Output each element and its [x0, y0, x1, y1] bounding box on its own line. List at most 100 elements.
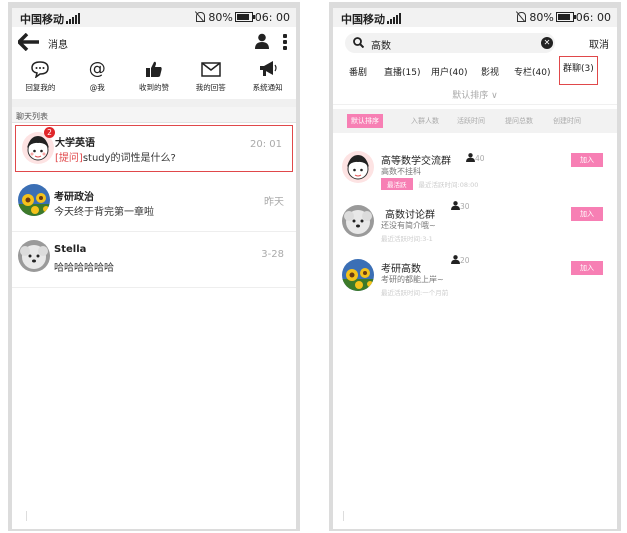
- likes-received-button[interactable]: 收到的赞: [127, 59, 181, 99]
- contacts-icon[interactable]: [254, 33, 270, 49]
- chat-preview-text: study的词性是什么?: [82, 153, 176, 164]
- search-tabs: 番剧 直播(15) 用户(40) 影视 专栏(40) 群聊(3): [333, 56, 617, 85]
- filter-bar: 默认排序 入群人数 活跃时间 提问总数 创建时间: [333, 109, 617, 133]
- cancel-button[interactable]: 取消: [589, 36, 609, 51]
- messages-header: 消息: [12, 27, 296, 57]
- signal-icon: [387, 13, 403, 24]
- chat-row-politics[interactable]: 考研政治 今天终于背完第一章啦 昨天: [12, 176, 296, 232]
- filter-active-time[interactable]: 活跃时间: [457, 116, 485, 126]
- group-description: 还没有简介哦~: [381, 221, 436, 230]
- messages-screen: 中国移动 80% 06: 00 消息 回复我的 @ @我 收到的赞 我的回答 系…: [12, 8, 296, 529]
- chat-row-college-english[interactable]: 2 大学英语 [提问]study的词性是什么? 20: 01: [15, 125, 293, 172]
- mute-icon: [194, 11, 206, 22]
- member-count: 40: [466, 153, 485, 163]
- group-name: 高数讨论群: [385, 210, 435, 221]
- most-active-badge: 最活跃: [381, 178, 413, 190]
- tab-group-chats[interactable]: 群聊(3): [559, 56, 598, 85]
- chat-time: 20: 01: [250, 139, 282, 150]
- reply-to-me-button[interactable]: 回复我的: [13, 59, 67, 99]
- person-icon: [451, 255, 460, 264]
- battery-percent: 80%: [208, 11, 233, 24]
- quick-action-label: 回复我的: [25, 83, 56, 92]
- person-icon: [451, 201, 460, 210]
- filter-created[interactable]: 创建时间: [553, 116, 581, 126]
- system-notifications-button[interactable]: 系统通知: [241, 59, 295, 99]
- status-right: 80% 06: 00: [515, 11, 611, 24]
- phone-frame-search: 中国移动 80% 06: 00 高数 ✕ 取消 番剧 直播(15) 用户(40) …: [329, 2, 621, 531]
- chat-preview: 哈哈哈哈哈哈: [54, 263, 114, 274]
- my-answers-button[interactable]: 我的回答: [184, 59, 238, 99]
- avatar-dog: [342, 205, 374, 237]
- tab-live[interactable]: 直播(15): [384, 65, 420, 78]
- group-row[interactable]: 高数讨论群 30 还没有简介哦~ 最近活跃时间:3-1 加入: [333, 195, 617, 249]
- status-bar: 中国移动 80% 06: 00: [12, 8, 296, 27]
- scroll-mark: [26, 511, 27, 521]
- join-button[interactable]: 加入: [571, 153, 603, 167]
- clear-icon[interactable]: ✕: [541, 37, 553, 49]
- comment-icon: [13, 59, 67, 79]
- group-description: 考研的都能上岸~: [381, 275, 444, 284]
- member-count: 30: [451, 201, 470, 211]
- search-input[interactable]: 高数 ✕: [345, 33, 555, 53]
- question-tag: [提问]: [55, 153, 83, 164]
- mentions-button[interactable]: @ @我: [70, 59, 124, 99]
- clock: 06: 00: [254, 11, 290, 24]
- chat-row-stella[interactable]: Stella 哈哈哈哈哈哈 3-28: [12, 232, 296, 288]
- group-row[interactable]: 高等数学交流群 40 高数不挂科 最活跃 最近活跃时间:08:00 加入: [333, 141, 617, 195]
- filter-questions[interactable]: 提问总数: [505, 116, 533, 126]
- quick-actions: 回复我的 @ @我 收到的赞 我的回答 系统通知: [12, 57, 296, 99]
- chat-time: 3-28: [261, 249, 284, 260]
- at-icon: @: [88, 59, 106, 79]
- group-name: 考研高数: [381, 264, 421, 275]
- chat-name: 考研政治: [54, 192, 94, 203]
- phone-frame-messages: 中国移动 80% 06: 00 消息 回复我的 @ @我 收到的赞 我的回答 系…: [8, 2, 300, 531]
- person-icon: [466, 153, 475, 162]
- search-icon: [353, 37, 364, 48]
- search-screen: 中国移动 80% 06: 00 高数 ✕ 取消 番剧 直播(15) 用户(40) …: [333, 8, 617, 529]
- avatar-cartoon-girl: [342, 151, 374, 183]
- tab-columns[interactable]: 专栏(40): [514, 65, 550, 78]
- chat-list-title: 聊天列表: [12, 107, 296, 123]
- group-activity: 最近活跃时间:一个月前: [381, 289, 449, 297]
- filter-default[interactable]: 默认排序: [347, 114, 383, 128]
- group-row[interactable]: 考研高数 20 考研的都能上岸~ 最近活跃时间:一个月前 加入: [333, 249, 617, 303]
- search-bar: 高数 ✕ 取消: [333, 27, 617, 57]
- tab-movies[interactable]: 影视: [481, 65, 499, 78]
- sort-dropdown[interactable]: 默认排序 ∨: [333, 83, 617, 105]
- megaphone-icon: [241, 59, 295, 79]
- scroll-mark: [343, 511, 344, 521]
- member-count: 20: [451, 255, 470, 265]
- app-stage: 中国移动 80% 06: 00 消息 回复我的 @ @我 收到的赞 我的回答 系…: [0, 0, 627, 533]
- carrier-label: 中国移动: [341, 11, 403, 27]
- tab-anime[interactable]: 番剧: [349, 65, 367, 78]
- status-bar: 中国移动 80% 06: 00: [333, 8, 617, 27]
- signal-icon: [66, 13, 82, 24]
- sort-label: 默认排序: [452, 91, 489, 101]
- page-title: 消息: [48, 40, 68, 51]
- clock: 06: 00: [575, 11, 611, 24]
- more-icon[interactable]: [282, 33, 288, 51]
- avatar-sunflower: [18, 184, 50, 216]
- carrier-label: 中国移动: [20, 11, 82, 27]
- group-description: 高数不挂科: [381, 167, 421, 176]
- join-button[interactable]: 加入: [571, 207, 603, 221]
- filter-members[interactable]: 入群人数: [411, 116, 439, 126]
- unread-badge: 2: [44, 127, 55, 138]
- group-activity: 最近活跃时间:3-1: [381, 235, 433, 243]
- battery-icon: [234, 12, 255, 22]
- chat-preview: 今天终于背完第一章啦: [54, 207, 154, 218]
- quick-action-label: 我的回答: [195, 83, 226, 92]
- join-button[interactable]: 加入: [571, 261, 603, 275]
- battery-icon: [555, 12, 576, 22]
- envelope-icon: [184, 59, 238, 79]
- section-divider: [12, 99, 296, 107]
- avatar-dog: [18, 240, 50, 272]
- search-query: 高数: [371, 41, 391, 52]
- quick-action-label: @我: [89, 83, 105, 92]
- back-arrow-icon[interactable]: [18, 33, 40, 51]
- battery-percent: 80%: [529, 11, 554, 24]
- quick-action-label: 系统通知: [252, 83, 283, 92]
- chevron-down-icon: ∨: [488, 91, 498, 101]
- tab-users[interactable]: 用户(40): [431, 65, 467, 78]
- chat-name: 大学英语: [55, 138, 95, 149]
